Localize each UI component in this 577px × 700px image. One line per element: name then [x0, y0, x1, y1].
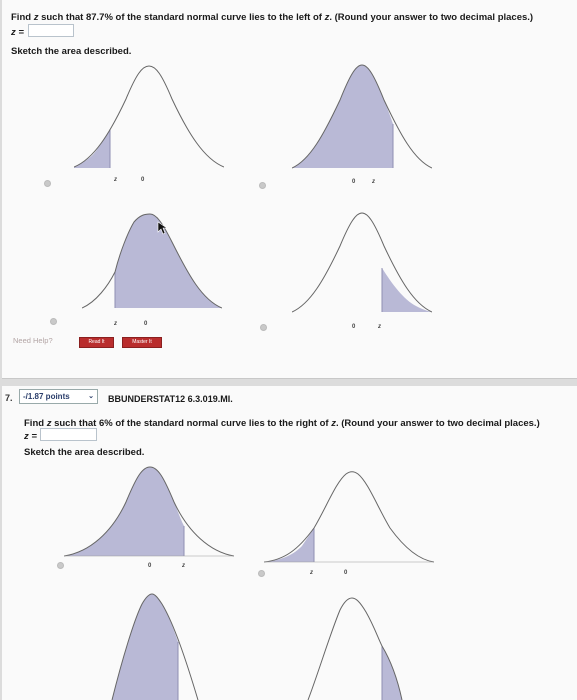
z-answer-input[interactable]: [28, 24, 74, 37]
mouse-cursor-icon: [157, 221, 168, 235]
sketch-option-b-axis-labels: z 0: [309, 570, 348, 576]
sketch-option-a-axis-labels: 0 z: [148, 563, 185, 569]
sketch-option-c-radio[interactable]: [50, 318, 57, 325]
tick-label-z: z: [114, 177, 117, 183]
sketch-option-b-axis-labels: 0 z: [352, 179, 375, 185]
question-text: Find z such that 87.7% of the standard n…: [11, 12, 534, 23]
sketch-option-a-graph[interactable]: [74, 63, 224, 175]
tick-label-zero: 0: [344, 570, 348, 576]
master-it-button[interactable]: Master It: [122, 337, 162, 348]
sketch-option-a-radio[interactable]: [57, 562, 64, 569]
sketch-option-c-graph[interactable]: [82, 590, 252, 700]
read-it-button[interactable]: Read It: [79, 337, 114, 348]
question-panel-1: Find z such that 87.7% of the standard n…: [2, 0, 577, 379]
tick-label-z: z: [371, 179, 375, 185]
shaded-area: [264, 528, 314, 562]
tick-label-z: z: [181, 563, 185, 569]
tick-label-zero: 0: [141, 177, 145, 183]
tick-label-z: z: [113, 321, 117, 327]
chevron-down-icon: ⌄: [88, 393, 94, 400]
tick-label-zero: 0: [144, 321, 148, 327]
shaded-area: [382, 646, 402, 700]
tick-label-z: z: [309, 570, 313, 576]
need-help-label: Need Help?: [13, 336, 53, 345]
sketch-instruction: Sketch the area described.: [24, 447, 145, 458]
question-number: 7.: [5, 393, 13, 403]
sketch-option-a-axis-labels: z 0: [114, 177, 145, 183]
sketch-option-d-graph[interactable]: [302, 594, 472, 700]
shaded-area: [112, 594, 178, 700]
shaded-area: [64, 467, 184, 556]
z-answer-label: z =: [24, 431, 37, 442]
sketch-option-a-graph[interactable]: [64, 464, 234, 564]
shaded-area: [292, 65, 393, 168]
tick-label-z: z: [377, 324, 381, 330]
sketch-instruction: Sketch the area described.: [11, 46, 132, 57]
normal-curve: [264, 471, 434, 563]
sketch-option-b-radio[interactable]: [259, 182, 266, 189]
z-answer-input[interactable]: [40, 428, 97, 441]
sketch-option-b-radio[interactable]: [258, 570, 265, 577]
sketch-option-b-graph[interactable]: [264, 468, 434, 568]
tick-label-zero: 0: [352, 179, 356, 185]
points-dropdown[interactable]: -/1.87 points ⌄: [19, 389, 98, 404]
points-value: -/1.87 points: [23, 392, 70, 401]
sketch-option-d-axis-labels: 0 z: [352, 324, 381, 330]
sketch-option-b-graph[interactable]: [292, 62, 432, 176]
sketch-option-d-graph[interactable]: [292, 210, 432, 320]
tick-label-zero: 0: [352, 324, 356, 330]
sketch-option-c-graph[interactable]: [82, 212, 222, 316]
sketch-option-c-axis-labels: z 0: [113, 321, 148, 327]
normal-curve: [292, 212, 432, 313]
sketch-option-d-radio[interactable]: [260, 324, 267, 331]
shaded-area: [74, 129, 110, 168]
problem-code: BBUNDERSTAT12 6.3.019.MI.: [108, 394, 233, 404]
z-answer-label: z =: [11, 27, 24, 38]
shaded-area: [382, 268, 432, 312]
tick-label-zero: 0: [148, 563, 152, 569]
question-panel-2: 7. -/1.87 points ⌄ BBUNDERSTAT12 6.3.019…: [2, 386, 577, 700]
sketch-option-a-radio[interactable]: [44, 180, 51, 187]
question-text: Find z such that 6% of the standard norm…: [24, 418, 540, 429]
